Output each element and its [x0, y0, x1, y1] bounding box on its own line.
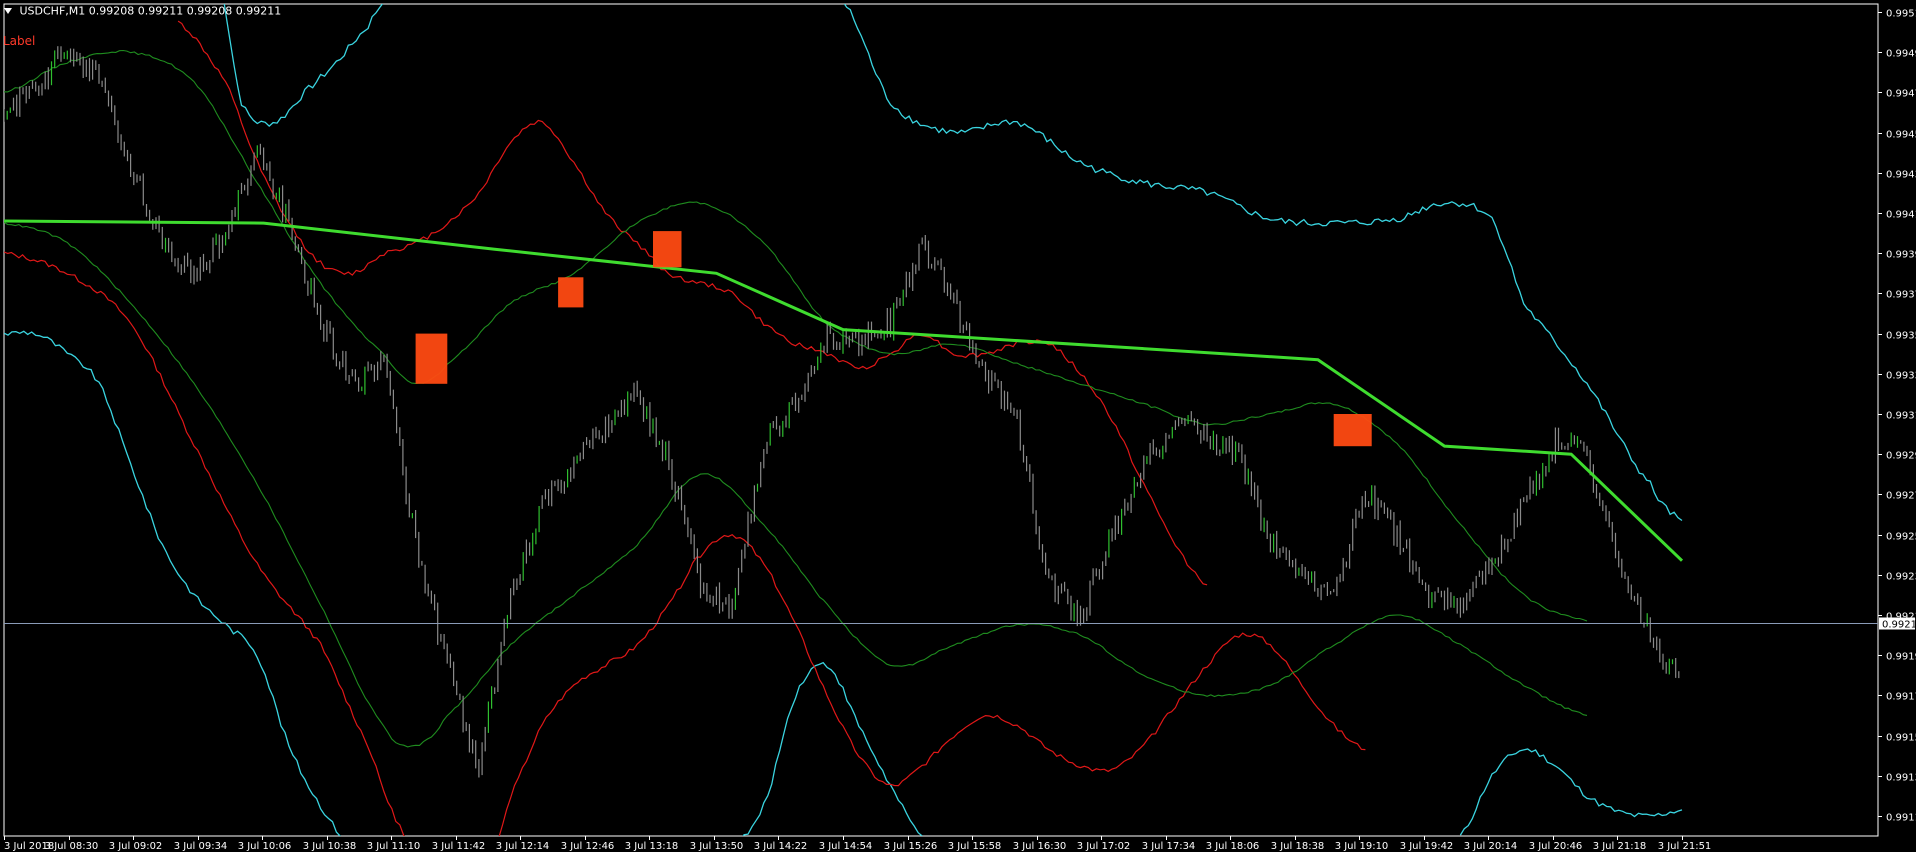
price-tick-label: 0.99115: [1886, 813, 1916, 824]
time-tick-label: 3 Jul 09:34: [174, 841, 228, 852]
chart-header: USDCHF,M1 0.99208 0.99211 0.99208 0.9921…: [4, 4, 281, 18]
price-chart[interactable]: 0.99515 0.99495 0.99475 0.99455 0.99435 0.994…: [0, 0, 1916, 852]
green-upper-band: [4, 49, 1588, 622]
trend-line: [4, 219, 1684, 562]
time-tick-label: 3 Jul 20:46: [1529, 841, 1583, 852]
time-tick-label: 3 Jul 18:38: [1271, 841, 1325, 852]
price-tick-label: 0.99335: [1886, 371, 1916, 382]
cyan-upper-band: [223, 4, 384, 127]
current-price-label: 0.99211: [1882, 620, 1916, 631]
time-tick-label: 3 Jul 12:14: [496, 841, 550, 852]
time-tick-label: 3 Jul 15:26: [884, 841, 938, 852]
time-tick-label: 3 Jul 16:30: [1013, 841, 1067, 852]
price-tick-label: 0.99255: [1886, 532, 1916, 543]
ohlc-values: 0.99208 0.99211 0.99208 0.99211: [88, 4, 282, 18]
time-tick-label: 3 Jul 09:02: [109, 841, 163, 852]
time-tick-label: 3 Jul 17:02: [1077, 841, 1131, 852]
time-tick-label: 3 Jul 20:14: [1464, 841, 1518, 852]
cyan-lower-band: [4, 330, 342, 836]
time-tick-label: 3 Jul 12:46: [561, 841, 615, 852]
signal-box: [415, 333, 448, 384]
time-tick-label: 3 Jul 11:10: [367, 841, 421, 852]
green-lower-band: [4, 221, 1588, 748]
price-tick-label: 0.99415: [1886, 210, 1916, 221]
time-tick-label: 3 Jul 10:06: [238, 841, 292, 852]
menu-triangle-icon[interactable]: [4, 8, 12, 14]
time-tick-label: 3 Jul 21:51: [1658, 841, 1712, 852]
price-tick-label: 0.99295: [1886, 451, 1916, 462]
price-tick-label: 0.99435: [1886, 170, 1916, 181]
price-tick-label: 0.99235: [1886, 572, 1916, 583]
price-tick-label: 0.99515: [1886, 9, 1916, 20]
price-tick-label: 0.99315: [1886, 411, 1916, 422]
time-tick-label: 3 Jul 10:38: [303, 841, 357, 852]
price-tick-label: 0.99495: [1886, 49, 1916, 60]
price-tick-label: 0.99195: [1886, 652, 1916, 663]
time-tick-label: 3 Jul 11:42: [432, 841, 486, 852]
cyan-upper-band-2: [843, 4, 1683, 522]
chart-window[interactable]: 0.99515 0.99495 0.99475 0.99455 0.99435 0.994…: [0, 0, 1916, 852]
time-tick-label: 3 Jul 17:34: [1142, 841, 1196, 852]
time-tick-label: 3 Jul 18:06: [1206, 841, 1260, 852]
price-tick-label: 0.99395: [1886, 250, 1916, 261]
red-lower-band-2: [498, 533, 1366, 836]
time-tick-label: 3 Jul 19:10: [1335, 841, 1389, 852]
time-tick-label: 3 Jul 14:22: [754, 841, 808, 852]
time-tick-label: 3 Jul 13:18: [625, 841, 679, 852]
signal-box: [1333, 414, 1372, 447]
time-tick-label: 3 Jul 21:18: [1593, 841, 1647, 852]
plot-frame: [3, 3, 1879, 837]
signal-box: [558, 277, 584, 308]
time-tick-label: 3 Jul 19:42: [1400, 841, 1454, 852]
red-upper-band: [177, 20, 1208, 586]
signal-box: [653, 231, 682, 268]
time-tick-label: 3 Jul 15:58: [948, 841, 1002, 852]
symbol-label: USDCHF,M1: [19, 4, 86, 18]
time-tick-label: 3 Jul 08:30: [45, 841, 99, 852]
price-tick-label: 0.99175: [1886, 692, 1916, 703]
price-tick-label: 0.99135: [1886, 773, 1916, 784]
cyan-lower-band-3: [1459, 748, 1683, 836]
price-tick-label: 0.99375: [1886, 290, 1916, 301]
price-tick-label: 0.99455: [1886, 130, 1916, 141]
label-object[interactable]: Label: [3, 34, 35, 48]
plot-area: [4, 4, 1684, 836]
time-tick-label: 3 Jul 14:54: [819, 841, 873, 852]
cyan-lower-band-2: [742, 661, 923, 836]
price-tick-label: 0.99275: [1886, 491, 1916, 502]
red-lower-band: [4, 251, 405, 836]
time-tick-label: 3 Jul 13:50: [690, 841, 744, 852]
price-tick-label: 0.99355: [1886, 331, 1916, 342]
price-tick-label: 0.99475: [1886, 89, 1916, 100]
price-tick-label: 0.99155: [1886, 733, 1916, 744]
